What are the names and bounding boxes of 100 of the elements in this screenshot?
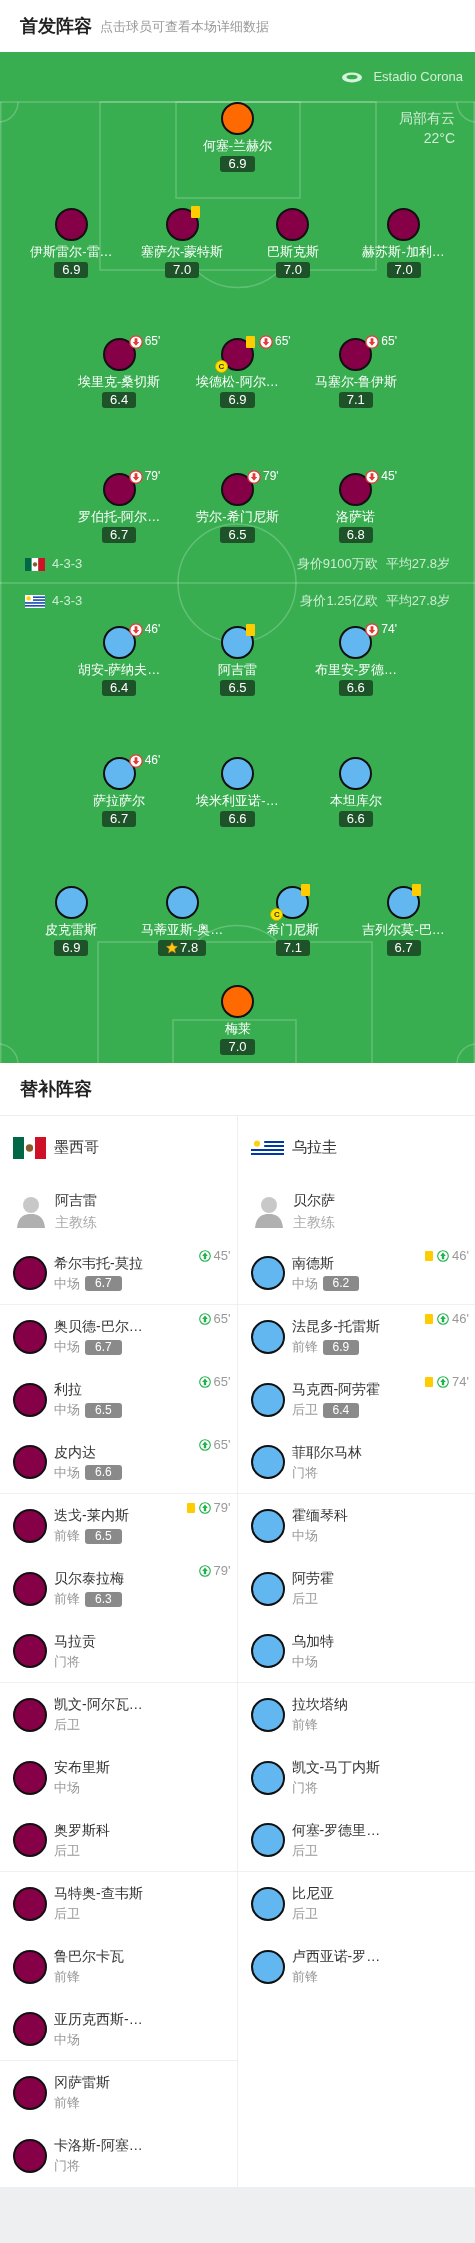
section-subtitle: 点击球员可查看本场详细数据	[100, 18, 269, 37]
player-name[interactable]: 奥贝德-巴尔…	[54, 1316, 143, 1337]
player-avatar[interactable]	[13, 1823, 47, 1857]
player-avatar[interactable]	[13, 1508, 47, 1543]
player-marker[interactable]	[221, 102, 254, 135]
substitution-minute: 45'	[381, 468, 397, 485]
player-position: 后卫	[291, 1841, 318, 1860]
player-avatar[interactable]	[250, 1697, 285, 1732]
player-position: 门将	[54, 1652, 80, 1671]
substitution-out-icon	[365, 623, 380, 637]
player-name[interactable]: 何塞-罗德里…	[291, 1819, 381, 1841]
player-rating: 6.4	[102, 392, 137, 408]
player-avatar[interactable]	[13, 1697, 47, 1732]
player-marker[interactable]	[339, 338, 373, 371]
player-avatar[interactable]	[250, 1886, 285, 1921]
player-rating: 6.6	[85, 1465, 122, 1480]
player-avatar[interactable]	[250, 1571, 285, 1606]
player-avatar[interactable]	[13, 1571, 47, 1606]
player-name[interactable]: 南德斯	[291, 1252, 360, 1274]
player-name[interactable]: 卡洛斯-阿塞…	[54, 2135, 143, 2156]
player-name[interactable]: 贝尔泰拉梅	[54, 1568, 124, 1589]
average-age: 平均27.8岁	[385, 592, 450, 611]
average-age: 平均27.8岁	[385, 555, 450, 574]
player-marker[interactable]	[339, 473, 373, 506]
substitution-minute: 65'	[213, 1311, 231, 1327]
player-name[interactable]: 法昆多-托雷斯	[291, 1316, 381, 1337]
substitution-minute: 79'	[263, 468, 279, 485]
player-avatar[interactable]	[250, 1634, 285, 1668]
player-avatar[interactable]	[250, 1508, 285, 1543]
player-name[interactable]: 凯文-阿尔瓦…	[54, 1694, 143, 1715]
player-avatar[interactable]	[250, 1823, 285, 1857]
player-avatar[interactable]	[250, 1319, 285, 1354]
player-rating: 6.7	[85, 1276, 122, 1291]
player-name[interactable]: 皮内达	[54, 1441, 122, 1463]
player-avatar[interactable]	[13, 1886, 47, 1921]
player-position: 门将	[291, 1779, 318, 1797]
player-avatar[interactable]	[250, 1445, 285, 1479]
player-avatar[interactable]	[13, 1319, 47, 1354]
player-name[interactable]: 菲耶尔马林	[291, 1441, 362, 1463]
player-name[interactable]: 亚历克西斯-…	[54, 2008, 143, 2030]
player-name[interactable]: 马特奥-查韦斯	[54, 1883, 143, 1904]
substitution-minute: 65'	[381, 333, 397, 350]
player-name[interactable]: 鲁巴尔卡瓦	[54, 1946, 124, 1967]
player-avatar[interactable]	[13, 2012, 47, 2046]
player-name[interactable]: 比尼亚	[291, 1883, 334, 1904]
market-value: 身价1.25亿欧	[300, 592, 378, 611]
player-name[interactable]: 卢西亚诺-罗…	[291, 1946, 381, 1967]
player-avatar[interactable]	[13, 1634, 47, 1668]
player-avatar[interactable]	[13, 2138, 47, 2173]
player-name[interactable]: 冈萨雷斯	[54, 2072, 110, 2093]
player-name[interactable]: 迭戈-莱内斯	[54, 1505, 129, 1526]
player-marker[interactable]	[221, 757, 254, 790]
substitution-out-icon	[128, 754, 143, 768]
player-marker[interactable]	[54, 208, 88, 241]
player-position: 前锋	[291, 1338, 318, 1356]
player-marker[interactable]	[387, 208, 421, 241]
player-marker[interactable]	[387, 886, 421, 919]
player-marker[interactable]	[102, 626, 136, 659]
player-avatar[interactable]	[13, 1256, 47, 1290]
player-marker[interactable]	[339, 626, 373, 659]
player-name[interactable]: 凯文-马丁内斯	[291, 1757, 381, 1778]
player-marker[interactable]	[165, 208, 199, 241]
player-name[interactable]: 乌加特	[291, 1630, 334, 1652]
player-avatar[interactable]	[13, 1445, 47, 1479]
player-name[interactable]: 阿劳霍	[291, 1568, 334, 1589]
player-name[interactable]: 马克西-阿劳霍	[291, 1379, 381, 1400]
player-marker[interactable]	[221, 985, 254, 1018]
substitution-out-icon	[365, 470, 380, 484]
substitution-out-icon	[128, 335, 143, 349]
player-marker[interactable]	[165, 886, 199, 919]
player-avatar[interactable]	[250, 1760, 285, 1795]
player-marker[interactable]	[54, 886, 88, 919]
player-avatar[interactable]	[13, 1760, 47, 1795]
player-name[interactable]: 霍缅琴科	[291, 1505, 348, 1526]
player-position: 后卫	[291, 1590, 318, 1608]
player-name: 吉列尔莫-巴…	[362, 922, 445, 938]
player-name[interactable]: 安布里斯	[54, 1757, 110, 1778]
player-marker[interactable]	[339, 757, 373, 790]
section-title: 替补阵容	[20, 1077, 92, 1101]
substitution-minute: 65'	[144, 333, 161, 350]
player-position: 中场	[291, 1652, 318, 1671]
substitution-in-icon	[437, 1313, 450, 1325]
player-rating: 6.8	[338, 527, 373, 543]
player-avatar[interactable]	[250, 1949, 285, 1984]
player-avatar[interactable]	[250, 1256, 285, 1290]
player-marker[interactable]	[221, 626, 254, 659]
player-marker[interactable]	[276, 208, 310, 241]
player-avatar[interactable]	[13, 1382, 47, 1417]
player-name[interactable]: 希尔韦托-莫拉	[54, 1252, 143, 1274]
player-marker[interactable]	[102, 473, 136, 506]
player-avatar[interactable]	[250, 1382, 285, 1417]
player-avatar[interactable]	[13, 1949, 47, 1984]
player-name[interactable]: 奥罗斯科	[54, 1819, 110, 1841]
player-marker[interactable]	[221, 473, 254, 506]
player-avatar[interactable]	[13, 2075, 47, 2110]
player-name[interactable]: 利拉	[54, 1379, 122, 1400]
player-name[interactable]: 马拉贡	[54, 1630, 96, 1652]
player-marker[interactable]	[102, 757, 136, 790]
player-name[interactable]: 拉坎塔纳	[291, 1694, 348, 1715]
player-marker[interactable]	[102, 338, 136, 371]
